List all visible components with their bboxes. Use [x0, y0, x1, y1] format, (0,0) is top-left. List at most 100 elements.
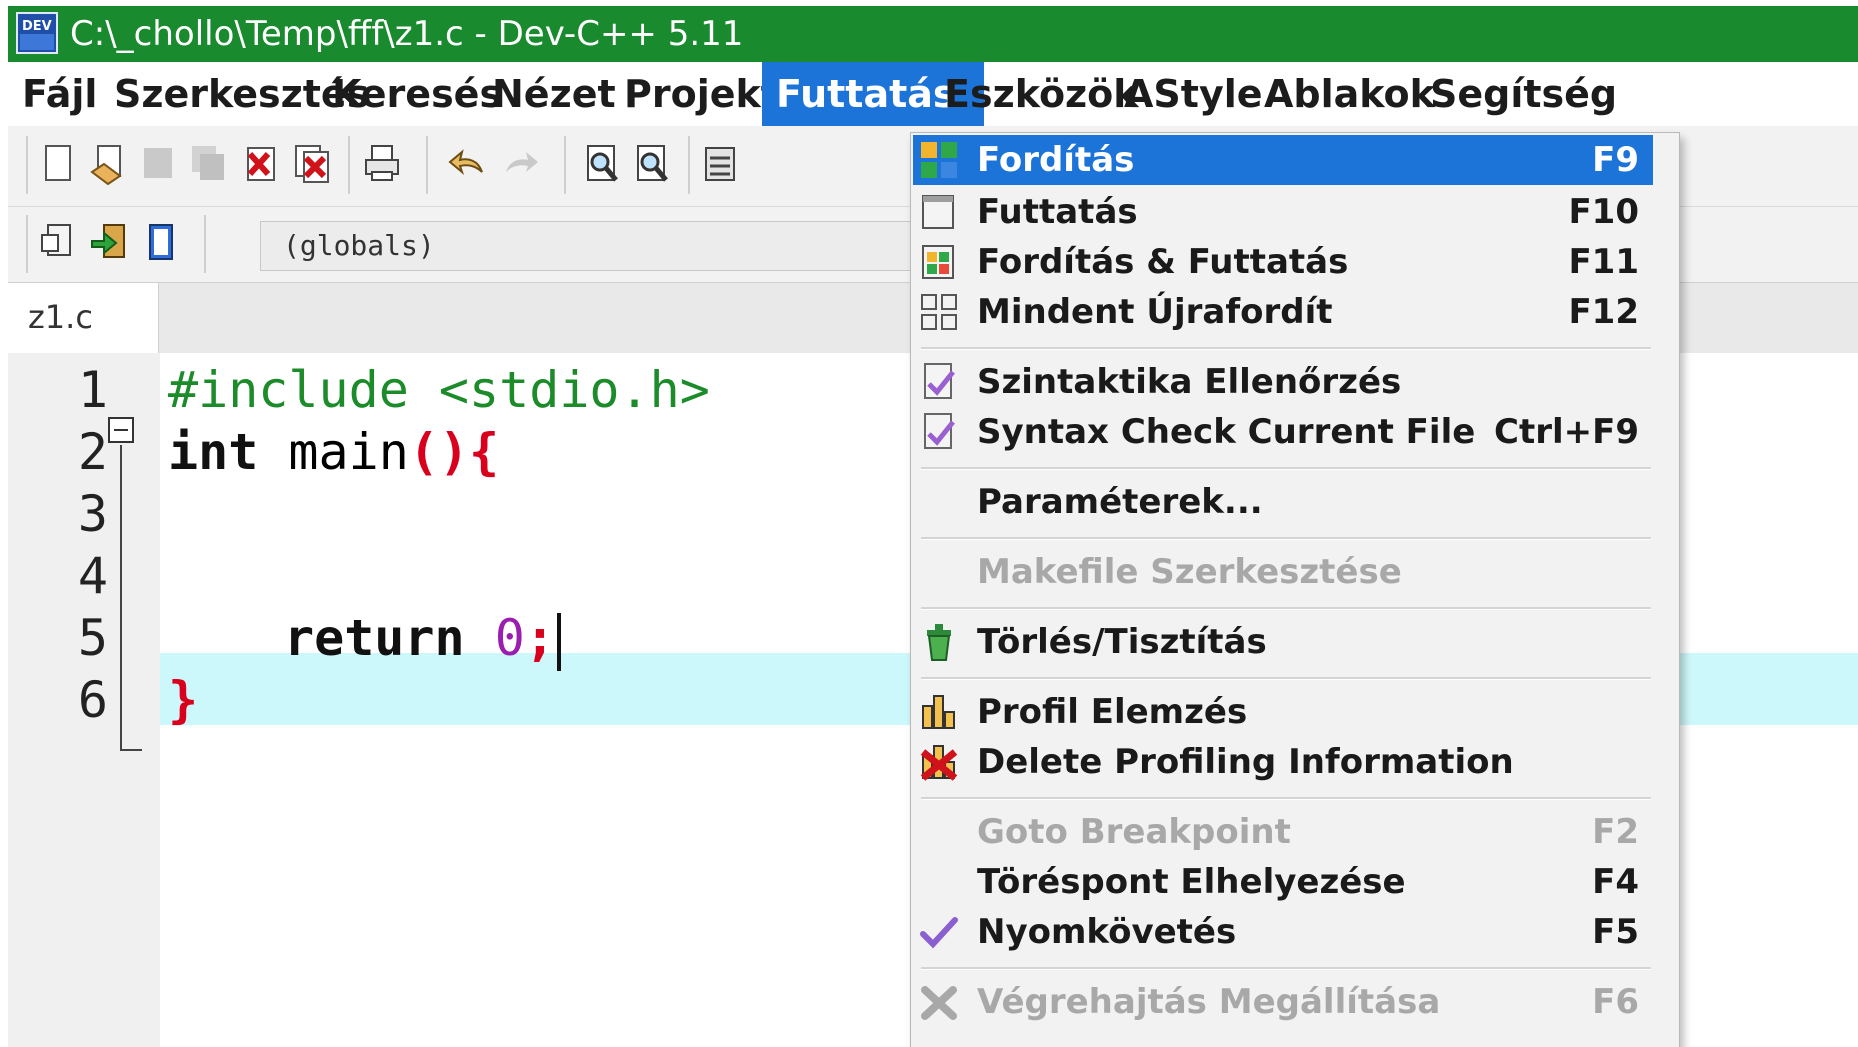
redo-icon[interactable] [500, 142, 540, 186]
semicolon: ; [524, 609, 555, 667]
menu-item-label: Szintaktika Ellenőrzés [977, 362, 1402, 402]
menu-item-delete-profiling[interactable]: Delete Profiling Information [913, 737, 1653, 787]
fold-guide [120, 445, 122, 751]
menu-item-toggle-breakpoint[interactable]: Töréspont Elhelyezése F4 [913, 857, 1653, 907]
menu-item-edit-makefile: Makefile Szerkesztése [913, 547, 1653, 597]
menu-item-label: Syntax Check Current File [977, 412, 1476, 452]
toolbar-separator [688, 136, 690, 194]
checkmark-icon [920, 917, 958, 949]
menu-separator [921, 347, 1651, 350]
insert-icon[interactable] [90, 221, 130, 265]
close-all-icon[interactable] [292, 142, 332, 186]
close-file-icon[interactable] [240, 142, 280, 186]
menu-tools[interactable]: Eszközök [944, 62, 1139, 126]
menu-project[interactable]: Projekt [624, 62, 779, 126]
toolbar-grip [26, 215, 28, 273]
menu-item-label: Törlés/Tisztítás [977, 622, 1267, 662]
menu-item-compile-run[interactable]: Fordítás & Futtatás F11 [913, 237, 1653, 287]
menu-item-label: Delete Profiling Information [977, 742, 1514, 782]
run-icon [922, 195, 954, 229]
menu-item-label: Végrehajtás Megállítása [977, 982, 1441, 1022]
replace-icon[interactable] [632, 142, 672, 186]
menu-item-shortcut: F12 [1568, 292, 1639, 332]
undo-icon[interactable] [448, 142, 488, 186]
scope-combo-text: (globals) [283, 229, 435, 262]
menu-item-syntax-check[interactable]: Szintaktika Ellenőrzés [913, 357, 1653, 407]
keyword-int: int [168, 423, 259, 481]
keyword-return: return [284, 609, 465, 667]
menu-item-label: Töréspont Elhelyezése [977, 862, 1406, 902]
menu-astyle[interactable]: AStyle [1124, 62, 1263, 126]
print-icon[interactable] [362, 142, 402, 186]
menu-item-label: Fordítás & Futtatás [977, 242, 1349, 282]
menu-item-label: Goto Breakpoint [977, 812, 1291, 852]
svg-text:DEV: DEV [22, 19, 52, 34]
syntax-check-icon [924, 363, 955, 399]
compile-icon [921, 142, 957, 178]
open-file-icon[interactable] [88, 142, 128, 186]
new-class-icon[interactable] [38, 221, 78, 265]
menu-item-syntax-check-file[interactable]: Syntax Check Current File Ctrl+F9 [913, 407, 1653, 457]
menu-item-clean[interactable]: Törlés/Tisztítás [913, 617, 1653, 667]
menu-item-shortcut: F11 [1568, 242, 1639, 282]
title-bar: DEV C:\_chollo\Temp\fff\z1.c - Dev-C++ 5… [8, 6, 1858, 62]
menu-item-label: Fordítás [977, 140, 1135, 180]
menu-item-label: Paraméterek... [977, 482, 1263, 522]
compile-options-icon[interactable] [700, 142, 740, 186]
save-all-icon[interactable] [188, 142, 228, 186]
menu-window[interactable]: Ablakok [1264, 62, 1435, 126]
delete-profile-icon [920, 745, 958, 781]
menu-item-parameters[interactable]: Paraméterek... [913, 477, 1653, 527]
rebuild-all-icon [921, 294, 957, 330]
run-menu-dropdown: Fordítás F9 Futtatás F10 Fordítás & Futt… [910, 132, 1680, 1047]
find-icon[interactable] [582, 142, 622, 186]
menu-help[interactable]: Segítség [1430, 62, 1617, 126]
menu-item-profile[interactable]: Profil Elemzés [913, 687, 1653, 737]
toolbar-separator [426, 136, 428, 194]
menu-view[interactable]: Nézet [492, 62, 616, 126]
menu-item-label: Mindent Újrafordít [977, 292, 1333, 332]
menu-separator [921, 607, 1651, 610]
menu-item-shortcut: F10 [1568, 192, 1639, 232]
menu-search[interactable]: Keresés [332, 62, 502, 126]
code-line-5: return 0; [284, 601, 561, 675]
new-file-icon[interactable] [38, 142, 78, 186]
save-icon[interactable] [138, 142, 178, 186]
menu-item-shortcut: F9 [1592, 140, 1639, 180]
profile-icon [922, 695, 955, 729]
bookmark-icon[interactable] [142, 221, 182, 265]
window-title: C:\_chollo\Temp\fff\z1.c - Dev-C++ 5.11 [70, 14, 744, 54]
code-line-2: int main(){ [168, 415, 499, 489]
menu-item-rebuild-all[interactable]: Mindent Újrafordít F12 [913, 287, 1653, 337]
menu-item-shortcut: F6 [1592, 982, 1639, 1022]
menu-separator [921, 677, 1651, 680]
fold-end-marker [120, 749, 142, 751]
tab-label: z1.c [28, 298, 93, 336]
menu-item-compile[interactable]: Fordítás F9 [913, 135, 1653, 185]
dev-cpp-app-icon[interactable]: DEV [16, 12, 58, 54]
menu-separator [921, 537, 1651, 540]
menu-item-label: Nyomkövetés [977, 912, 1237, 952]
toolbar-separator [348, 136, 350, 194]
tab-z1-c[interactable]: z1.c [8, 283, 159, 353]
line-number: 6 [77, 671, 108, 729]
fold-collapse-icon[interactable] [108, 417, 134, 443]
menu-item-label: Profil Elemzés [977, 692, 1248, 732]
stop-icon [921, 986, 957, 1020]
menu-item-shortcut: Ctrl+F9 [1494, 412, 1639, 452]
menu-item-shortcut: F5 [1592, 912, 1639, 952]
menu-bar: Fájl Szerkesztés Keresés Nézet Projekt F… [8, 62, 1858, 126]
clean-icon [927, 624, 951, 661]
menu-item-label: Futtatás [977, 192, 1138, 232]
open-brace: (){ [408, 423, 500, 481]
menu-separator [921, 797, 1651, 800]
line-number-gutter: 1 2 3 4 5 6 [8, 353, 160, 1047]
menu-file[interactable]: Fájl [22, 62, 97, 126]
menu-item-label: Makefile Szerkesztése [977, 552, 1402, 592]
menu-item-shortcut: F2 [1592, 812, 1639, 852]
number-literal: 0 [494, 609, 525, 667]
menu-separator [921, 467, 1651, 470]
menu-item-debug[interactable]: Nyomkövetés F5 [913, 907, 1653, 957]
menu-item-run[interactable]: Futtatás F10 [913, 187, 1653, 237]
compile-run-icon [922, 245, 954, 279]
